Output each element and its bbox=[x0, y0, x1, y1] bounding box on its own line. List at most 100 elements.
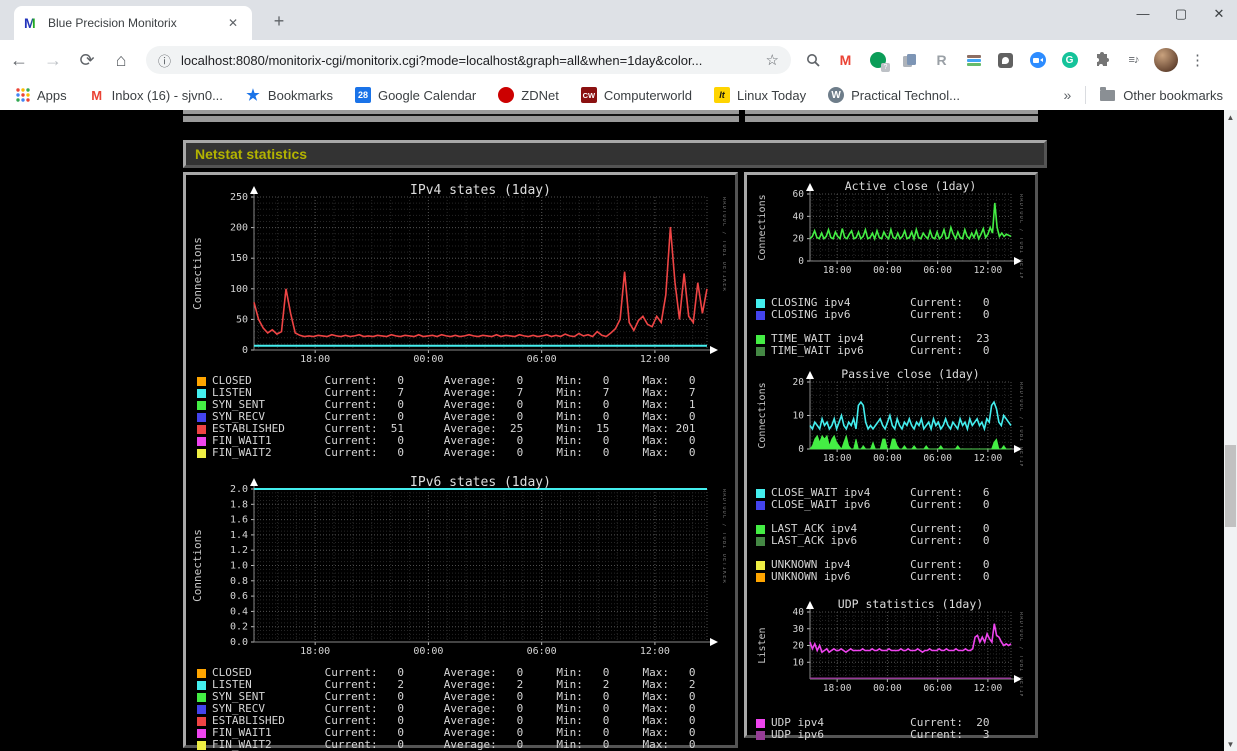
svg-text:12:00: 12:00 bbox=[640, 646, 670, 656]
gmail-icon[interactable]: M bbox=[837, 52, 854, 69]
bookmark-star-icon[interactable]: ☆ bbox=[766, 51, 779, 69]
svg-text:250: 250 bbox=[230, 192, 248, 203]
legend-swatch-icon bbox=[197, 400, 206, 410]
active-close-title: Active close (1day) bbox=[845, 181, 977, 193]
site-info-icon[interactable]: ⓘ bbox=[158, 51, 171, 70]
udp-statistics-graph[interactable]: 10 20 30 40 18:00 00:00 06:00 12:00 UDP statisti… bbox=[755, 597, 1024, 707]
svg-text:1.6: 1.6 bbox=[230, 515, 248, 526]
ipv4-states-legend-row: FIN_WAIT2 Current: 0 Average: 0 Min: 0 M… bbox=[197, 447, 735, 459]
legend-swatch-icon bbox=[197, 448, 206, 458]
bookmark-gmail[interactable]: M Inbox (16) - sjvn0... bbox=[89, 87, 223, 103]
legend-text: FIN_WAIT2 Current: 0 Average: 0 Min: 0 M… bbox=[212, 738, 696, 751]
copy-pages-icon[interactable] bbox=[901, 52, 918, 69]
ipv4-states-graph[interactable]: 0 50 100 150 200 250 18:00 00:00 06:00 12:00 IPv4 … bbox=[189, 183, 727, 365]
svg-text:200: 200 bbox=[230, 223, 248, 234]
legend-swatch-icon bbox=[197, 668, 206, 678]
tab-close-icon[interactable]: ✕ bbox=[224, 14, 242, 32]
bookmark-zdnet[interactable]: ZDNet bbox=[498, 87, 559, 103]
svg-text:18:00: 18:00 bbox=[823, 453, 852, 464]
passive-close-legend-row: LAST_ACK ipv6 Current: 0 bbox=[756, 535, 1035, 547]
bookmark-wordpress[interactable]: W Practical Technol... bbox=[828, 87, 960, 103]
puzzle-icon[interactable] bbox=[1093, 52, 1110, 69]
zoom-icon[interactable] bbox=[1029, 52, 1046, 69]
svg-text:00:00: 00:00 bbox=[873, 265, 902, 276]
svg-text:10: 10 bbox=[793, 411, 805, 422]
address-bar[interactable]: ⓘ localhost:8080/monitorix-cgi/monitorix… bbox=[146, 46, 791, 74]
active-close-ylabel: Connections bbox=[757, 194, 768, 260]
section-title: Netstat statistics bbox=[195, 146, 308, 162]
active-close-graph[interactable]: 0 20 40 60 18:00 00:00 06:00 12:00 Active close … bbox=[755, 179, 1024, 289]
bookmark-linuxtoday[interactable]: lt Linux Today bbox=[713, 87, 806, 103]
gmail-icon: M bbox=[91, 87, 103, 103]
apps-shortcut[interactable]: Apps bbox=[16, 88, 67, 103]
ipv6-states-graph[interactable]: 0.0 0.2 0.4 0.6 0.8 1.0 1.2 1.4 1.6 1.8 2.0 18:00 00… bbox=[189, 475, 727, 657]
ipv6-states-ylabel: Connections bbox=[191, 529, 204, 602]
svg-text:12:00: 12:00 bbox=[974, 265, 1003, 276]
passive-close-graph[interactable]: 0 10 20 18:00 00:00 06:00 12:00 Passive close (… bbox=[755, 367, 1024, 477]
window-controls: — ▢ ✕ bbox=[1135, 6, 1227, 22]
search-icon[interactable] bbox=[805, 52, 822, 69]
ipv6-states-legend: CLOSED Current: 0 Average: 0 Min: 0 Max:… bbox=[197, 667, 735, 751]
minimize-button[interactable]: — bbox=[1135, 6, 1151, 22]
scroll-up-button[interactable]: ▲ bbox=[1224, 110, 1237, 124]
browser-menu-icon[interactable]: ⋮ bbox=[1190, 51, 1205, 69]
svg-text:00:00: 00:00 bbox=[873, 453, 902, 464]
rrdtool-signature: RRDTOOL / TOBI OETIKER bbox=[721, 197, 726, 292]
bookmark-cw[interactable]: CW Computerworld bbox=[580, 87, 692, 103]
svg-text:0.2: 0.2 bbox=[230, 622, 248, 633]
bookmark-star[interactable]: ★ Bookmarks bbox=[245, 87, 333, 104]
home-button[interactable]: ⌂ bbox=[106, 45, 136, 75]
tab-strip: M Blue Precision Monitorix ✕ + — ▢ ✕ bbox=[0, 0, 1237, 40]
passive-close-ylabel: Connections bbox=[757, 382, 768, 448]
legend-swatch-icon bbox=[197, 704, 206, 714]
legend-text: TIME_WAIT ipv6 Current: 0 bbox=[771, 344, 990, 357]
forward-button[interactable]: → bbox=[38, 45, 68, 75]
back-button[interactable]: ← bbox=[4, 45, 34, 75]
svg-text:2.0: 2.0 bbox=[230, 484, 248, 495]
page-scrollbar[interactable]: ▲ ▼ bbox=[1224, 110, 1237, 751]
svg-text:40: 40 bbox=[793, 607, 805, 618]
svg-text:0: 0 bbox=[798, 256, 804, 267]
svg-text:06:00: 06:00 bbox=[923, 683, 952, 694]
new-tab-button[interactable]: + bbox=[266, 8, 292, 34]
svg-text:1.2: 1.2 bbox=[230, 545, 248, 556]
bookmark-label: Practical Technol... bbox=[851, 87, 960, 103]
rrdtool-signature: RRDTOOL / TOBI OETIKER bbox=[1018, 612, 1023, 696]
legend-swatch-icon bbox=[197, 388, 206, 398]
window-close-button[interactable]: ✕ bbox=[1211, 6, 1227, 22]
svg-text:06:00: 06:00 bbox=[527, 354, 557, 364]
reload-button[interactable]: ⟳ bbox=[72, 45, 102, 75]
bookmarks-right: » Other bookmarks bbox=[1064, 86, 1237, 104]
monitorix-page: Netstat statistics 0 50 100 150 200 250 18:00 0… bbox=[0, 110, 1224, 751]
legend-swatch-icon bbox=[197, 424, 206, 434]
bookmark-calendar[interactable]: 28 Google Calendar bbox=[354, 87, 476, 103]
passive-close-title: Passive close (1day) bbox=[841, 369, 979, 381]
messenger-icon[interactable]: ? bbox=[869, 52, 890, 72]
scrollbar-thumb[interactable] bbox=[1225, 445, 1236, 527]
url-text[interactable]: localhost:8080/monitorix-cgi/monitorix.c… bbox=[181, 53, 758, 68]
r-icon[interactable]: R bbox=[933, 52, 950, 69]
media-queue-icon[interactable]: ≡♪ bbox=[1125, 52, 1142, 69]
passive-close-legend-row: CLOSE_WAIT ipv6 Current: 0 bbox=[756, 499, 1035, 511]
legend-swatch-icon bbox=[197, 436, 206, 446]
legend-text: CLOSE_WAIT ipv6 Current: 0 bbox=[771, 498, 990, 511]
grammarly-icon[interactable]: G bbox=[1061, 52, 1078, 69]
legend-swatch-icon bbox=[756, 572, 765, 582]
ipv4-states-ylabel: Connections bbox=[191, 237, 204, 310]
books-icon[interactable] bbox=[965, 52, 982, 69]
bookmarks-overflow-chevron[interactable]: » bbox=[1064, 87, 1072, 103]
scroll-down-button[interactable]: ▼ bbox=[1224, 737, 1237, 751]
legend-swatch-icon bbox=[197, 692, 206, 702]
maximize-button[interactable]: ▢ bbox=[1173, 6, 1189, 22]
svg-text:06:00: 06:00 bbox=[923, 265, 952, 276]
svg-text:10: 10 bbox=[793, 657, 805, 668]
profile-avatar[interactable] bbox=[1154, 48, 1178, 72]
rrdtool-signature: RRDTOOL / TOBI OETIKER bbox=[1018, 382, 1023, 466]
other-bookmarks-button[interactable]: Other bookmarks bbox=[1123, 88, 1223, 103]
browser-tab[interactable]: M Blue Precision Monitorix ✕ bbox=[14, 6, 252, 40]
pocket-lamp-icon[interactable] bbox=[997, 52, 1014, 69]
bookmark-label: Inbox (16) - sjvn0... bbox=[111, 87, 223, 103]
ipv6-states-title: IPv6 states (1day) bbox=[410, 475, 551, 490]
ipv6-states-legend-row: FIN_WAIT2 Current: 0 Average: 0 Min: 0 M… bbox=[197, 739, 735, 751]
star-icon: ★ bbox=[246, 87, 260, 104]
